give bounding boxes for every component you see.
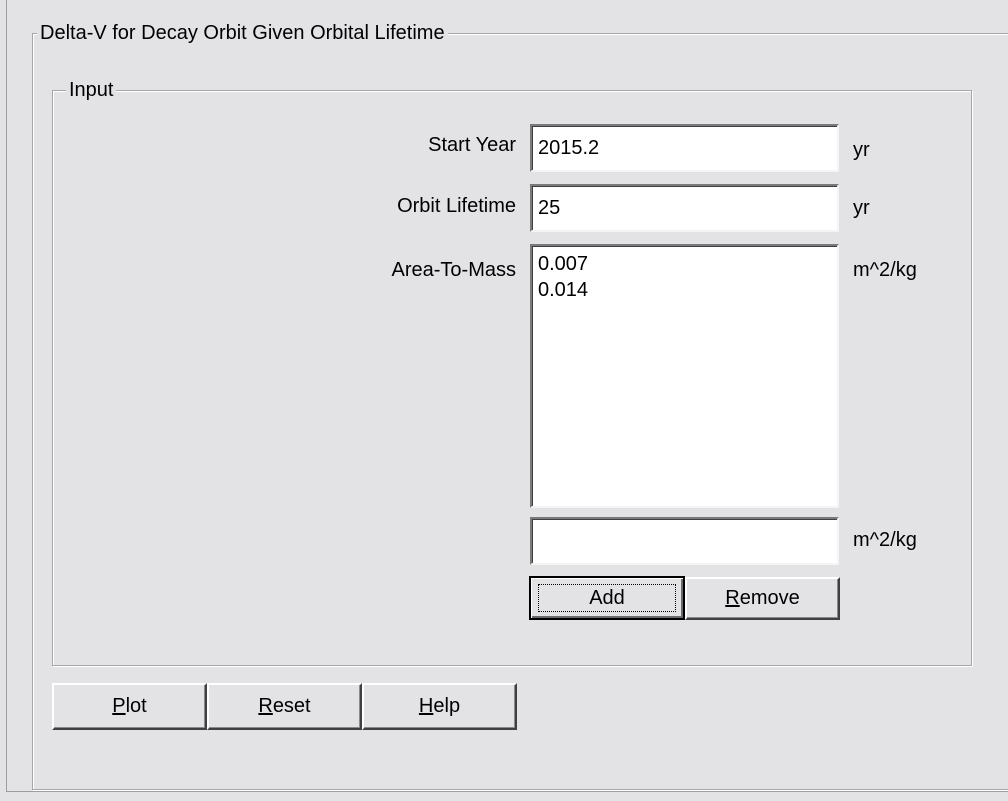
dialog-root: Delta-V for Decay Orbit Given Orbital Li… — [0, 0, 1008, 801]
start-year-unit: yr — [853, 139, 870, 161]
area-to-mass-new-unit: m^2/kg — [853, 529, 917, 551]
orbit-lifetime-unit: yr — [853, 197, 870, 219]
focus-rect — [538, 584, 676, 612]
remove-button[interactable]: Remove — [685, 577, 840, 620]
add-button[interactable]: Add — [529, 576, 685, 620]
reset-button-label: Reset — [258, 695, 311, 717]
start-year-input[interactable] — [530, 124, 839, 172]
area-to-mass-listbox[interactable]: 0.007 0.014 — [530, 244, 839, 508]
panel-title: Delta-V for Decay Orbit Given Orbital Li… — [37, 20, 448, 46]
orbit-lifetime-label: Orbit Lifetime — [397, 195, 516, 217]
area-to-mass-unit: m^2/kg — [853, 259, 917, 281]
area-to-mass-new-input[interactable] — [530, 517, 839, 565]
help-button-label: Help — [418, 695, 461, 717]
area-to-mass-label: Area-To-Mass — [391, 259, 516, 281]
remove-button-label: Remove — [725, 587, 800, 609]
help-button[interactable]: Help — [362, 683, 517, 730]
list-item[interactable]: 0.007 — [538, 251, 831, 277]
list-item[interactable]: 0.014 — [538, 277, 831, 303]
input-group-title: Input — [66, 77, 117, 103]
start-year-label: Start Year — [428, 134, 516, 156]
plot-button[interactable]: Plot — [52, 683, 207, 730]
plot-button-label: Plot — [112, 695, 147, 717]
orbit-lifetime-input[interactable] — [530, 184, 839, 232]
reset-button[interactable]: Reset — [207, 683, 362, 730]
